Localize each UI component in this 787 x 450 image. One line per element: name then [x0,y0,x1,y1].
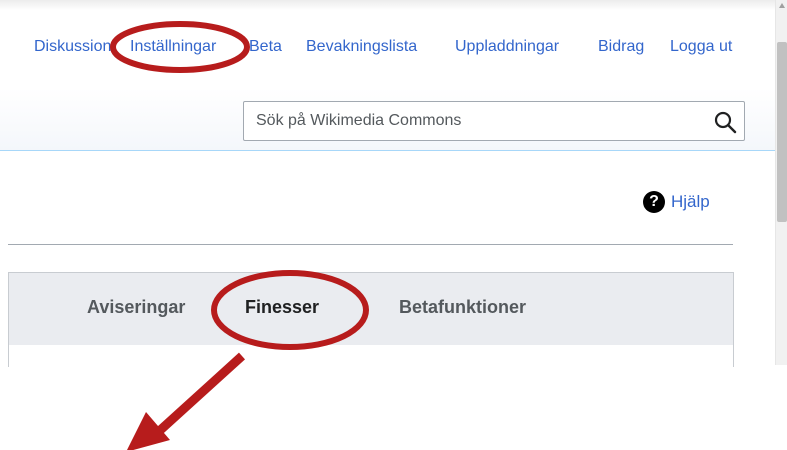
tab-gadgets[interactable]: Finesser [245,297,319,318]
link-beta[interactable]: Beta [249,38,282,56]
scrollbar-thumb[interactable] [777,42,787,222]
arrow-head-icon [127,412,170,450]
help-label[interactable]: Hjälp [671,192,710,212]
annotation-overlay [110,21,369,450]
tabs-bar: Aviseringar Finesser Betafunktioner [9,273,733,345]
heading-divider [8,244,733,245]
arrow-shaft [152,352,246,438]
personal-tools-menu: Diskussion Inställningar Beta Bevaknings… [0,38,760,60]
help-link[interactable]: ? Hjälp [643,190,710,214]
link-preferences[interactable]: Inställningar [130,38,216,56]
link-logout[interactable]: Logga ut [670,38,732,56]
preferences-tabs-panel: Aviseringar Finesser Betafunktioner [8,272,734,367]
scroll-up-arrow-icon[interactable] [779,3,785,8]
tab-notifications[interactable]: Aviseringar [87,297,185,318]
tab-beta-features[interactable]: Betafunktioner [399,297,526,318]
search-form [243,101,745,141]
search-input[interactable] [244,102,696,140]
link-contributions[interactable]: Bidrag [598,38,644,56]
vertical-scrollbar[interactable] [775,0,787,365]
top-edge-shadow [0,0,775,10]
search-icon[interactable] [712,109,738,135]
link-discussion[interactable]: Diskussion [34,38,111,56]
link-uploads[interactable]: Uppladdningar [455,38,559,56]
link-watchlist[interactable]: Bevakningslista [306,38,417,56]
question-mark-icon: ? [643,191,665,213]
